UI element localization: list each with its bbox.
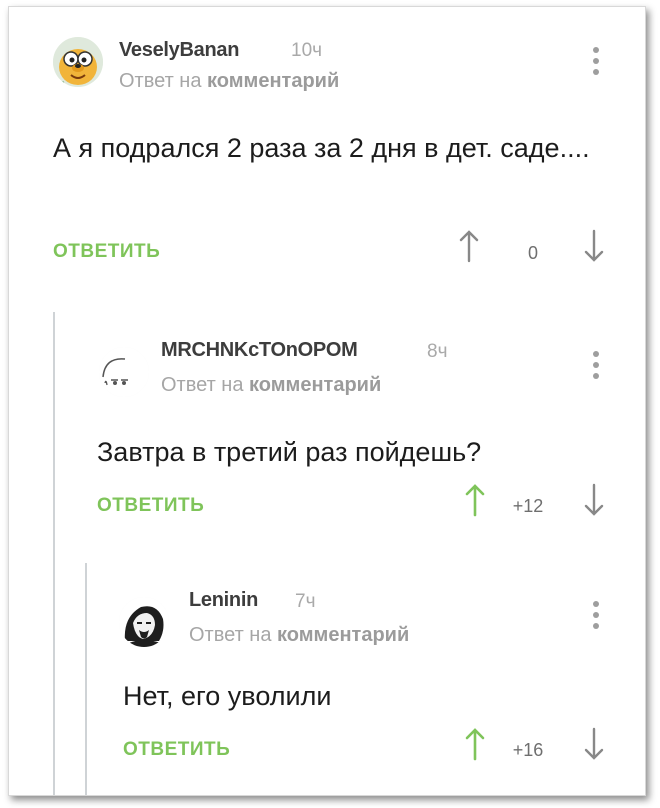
comment-text: Завтра в третий раз пойдешь?: [97, 437, 482, 467]
more-options-icon[interactable]: [589, 351, 603, 387]
avatar[interactable]: [53, 37, 103, 87]
reply-info-target-link[interactable]: комментарий: [207, 70, 339, 92]
comment-1: VeselyBanan 10ч Ответ на комментарий А я…: [9, 7, 645, 297]
sketch-face-avatar-icon: [99, 347, 149, 397]
reply-button[interactable]: ОТВЕТИТЬ: [53, 241, 160, 263]
timestamp: 8ч: [427, 341, 448, 362]
upvote-arrow-icon[interactable]: [464, 727, 486, 761]
username[interactable]: Leninin: [189, 589, 258, 612]
reply-info-prefix: Ответ на: [161, 374, 244, 396]
username[interactable]: VeselyBanan: [119, 39, 239, 62]
downvote-arrow-icon[interactable]: [583, 229, 605, 263]
upvote-arrow-icon[interactable]: [464, 483, 486, 517]
upvote-arrow-icon[interactable]: [458, 229, 480, 263]
comment-3: Leninin 7ч Ответ на комментарий Нет, его…: [9, 557, 645, 795]
vote-score: +12: [512, 496, 544, 516]
reply-info: Ответ на комментарий: [119, 70, 339, 93]
timestamp: 10ч: [291, 40, 323, 61]
jake-dog-avatar-icon: [53, 37, 103, 87]
reply-button[interactable]: ОТВЕТИТЬ: [123, 739, 230, 761]
comment-text: А я подрался 2 раза за 2 дня в дет. саде…: [53, 133, 590, 163]
lenin-portrait-avatar-icon: [119, 597, 169, 647]
more-options-icon[interactable]: [589, 47, 603, 83]
avatar[interactable]: [119, 597, 169, 647]
vote-score: +16: [512, 740, 544, 760]
reply-info: Ответ на комментарий: [189, 624, 409, 647]
comment-text: Нет, его уволили: [123, 681, 332, 711]
reply-info: Ответ на комментарий: [161, 374, 381, 397]
reply-info-target-link[interactable]: комментарий: [249, 374, 381, 396]
downvote-arrow-icon[interactable]: [583, 483, 605, 517]
username[interactable]: MRCHNKcTOnOPOM: [161, 339, 358, 362]
reply-info-target-link[interactable]: комментарий: [277, 624, 409, 646]
timestamp: 7ч: [295, 591, 316, 612]
more-options-icon[interactable]: [589, 601, 603, 637]
downvote-arrow-icon[interactable]: [583, 727, 605, 761]
comment-2: MRCHNKcTOnOPOM 8ч Ответ на комментарий З…: [9, 297, 645, 557]
reply-info-prefix: Ответ на: [189, 624, 272, 646]
comments-panel: VeselyBanan 10ч Ответ на комментарий А я…: [8, 6, 646, 796]
avatar[interactable]: [99, 347, 149, 397]
reply-info-prefix: Ответ на: [119, 70, 202, 92]
reply-button[interactable]: ОТВЕТИТЬ: [97, 495, 204, 517]
vote-score: 0: [527, 243, 538, 263]
